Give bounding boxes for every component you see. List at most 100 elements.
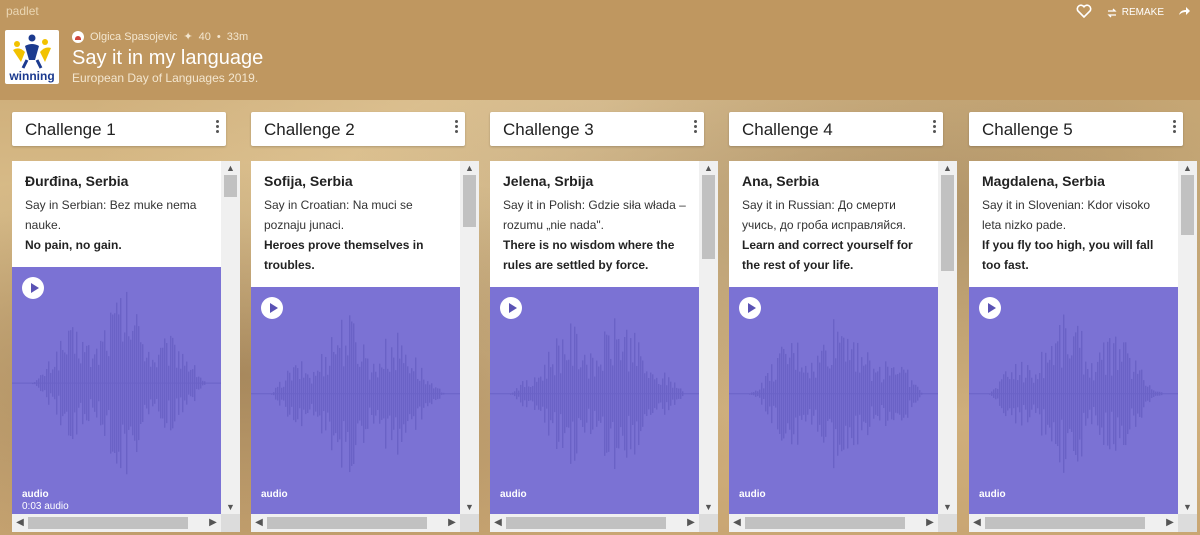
hscrollbar-thumb[interactable] [985, 517, 1145, 529]
waveform-bar [419, 380, 421, 407]
play-icon[interactable] [22, 277, 44, 299]
waveform-bar [439, 388, 441, 399]
horizontal-scrollbar[interactable]: ◀ ▶ [729, 514, 938, 532]
waveform-bar [58, 370, 60, 396]
audio-waveform [251, 315, 460, 473]
vertical-scrollbar[interactable]: ▲ ▼ [699, 161, 718, 514]
scrollbar-thumb[interactable] [224, 175, 237, 197]
scroll-down-icon[interactable]: ▼ [221, 500, 240, 514]
play-icon[interactable] [261, 297, 283, 319]
scroll-up-icon[interactable]: ▲ [938, 161, 957, 175]
play-icon[interactable] [739, 297, 761, 319]
hscrollbar-thumb[interactable] [745, 517, 905, 529]
play-icon[interactable] [500, 297, 522, 319]
scrollbar-thumb[interactable] [941, 175, 954, 271]
scroll-down-icon[interactable]: ▼ [699, 500, 718, 514]
scroll-right-icon[interactable]: ▶ [1162, 514, 1178, 532]
waveform-bar [379, 363, 381, 424]
waveform-bar [1001, 379, 1003, 409]
waveform-bar [863, 365, 865, 422]
scroll-right-icon[interactable]: ▶ [444, 514, 460, 532]
vertical-scrollbar[interactable]: ▲ ▼ [221, 161, 240, 514]
more-options-icon[interactable] [212, 118, 222, 136]
scroll-right-icon[interactable]: ▶ [205, 514, 221, 532]
scroll-left-icon[interactable]: ◀ [969, 514, 985, 532]
post-card[interactable]: Ana, Serbia Say it in Russian: До смерти… [729, 161, 938, 514]
waveform-bar [1079, 347, 1081, 440]
post-card[interactable]: Sofija, Serbia Say in Croatian: Na muci … [251, 161, 460, 514]
hscrollbar-thumb[interactable] [506, 517, 666, 529]
waveform-bar [1065, 328, 1067, 460]
padlet-brand[interactable]: padlet [6, 4, 39, 18]
audio-player[interactable]: audio [969, 287, 1178, 514]
scroll-left-icon[interactable]: ◀ [251, 514, 267, 532]
scrollbar-thumb[interactable] [702, 175, 715, 259]
waveform-bar [817, 355, 819, 432]
waveform-bar [94, 354, 96, 412]
horizontal-scrollbar[interactable]: ◀ ▶ [969, 514, 1178, 532]
scroll-up-icon[interactable]: ▲ [460, 161, 479, 175]
author-name[interactable]: Olgica Spasojevic [90, 31, 177, 43]
scroll-left-icon[interactable]: ◀ [729, 514, 745, 532]
horizontal-scrollbar[interactable]: ◀ ▶ [490, 514, 699, 532]
vertical-scrollbar[interactable]: ▲ ▼ [460, 161, 479, 514]
horizontal-scrollbar[interactable]: ◀ ▶ [251, 514, 460, 532]
waveform-bar [277, 386, 279, 401]
remake-button[interactable]: REMAKE [1106, 7, 1164, 18]
waveform-bar [1089, 377, 1091, 410]
waveform-bar [1131, 378, 1133, 409]
waveform-bar [775, 379, 777, 408]
heart-icon[interactable] [1076, 4, 1092, 21]
waveform-bar [357, 363, 359, 424]
scrollbar-corner [699, 514, 718, 532]
avatar[interactable] [72, 30, 84, 43]
post-card[interactable]: Đurđina, Serbia Say in Serbian: Bez muke… [12, 161, 221, 514]
share-icon[interactable] [1178, 6, 1190, 19]
scroll-right-icon[interactable]: ▶ [922, 514, 938, 532]
scroll-down-icon[interactable]: ▼ [1178, 500, 1197, 514]
scroll-right-icon[interactable]: ▶ [683, 514, 699, 532]
scroll-up-icon[interactable]: ▲ [221, 161, 240, 175]
hscrollbar-thumb[interactable] [267, 517, 427, 529]
waveform-bar [865, 364, 867, 423]
scroll-up-icon[interactable]: ▲ [1178, 161, 1197, 175]
post-card[interactable]: Magdalena, Serbia Say it in Slovenian: K… [969, 161, 1178, 514]
vertical-scrollbar[interactable]: ▲ ▼ [938, 161, 957, 514]
post-author: Đurđina, Serbia [25, 173, 129, 189]
hscrollbar-thumb[interactable] [28, 517, 188, 529]
waveform-bar [307, 374, 309, 413]
waveform-bar [1049, 359, 1051, 428]
scroll-left-icon[interactable]: ◀ [12, 514, 28, 532]
waveform-bar [116, 302, 118, 464]
play-icon[interactable] [979, 297, 1001, 319]
waveform-bar [1127, 353, 1129, 435]
scrollbar-thumb[interactable] [1181, 175, 1194, 235]
waveform-bar [311, 383, 313, 404]
waveform-bar [634, 332, 636, 455]
waveform-bar [664, 372, 666, 415]
more-options-icon[interactable] [929, 118, 939, 136]
waveform-bar [616, 339, 618, 448]
audio-player[interactable]: audio 0:03 audio [12, 267, 221, 514]
vertical-scrollbar[interactable]: ▲ ▼ [1178, 161, 1197, 514]
audio-player[interactable]: audio [251, 287, 460, 514]
post-card[interactable]: Jelena, Srbija Say it in Polish: Gdzie s… [490, 161, 699, 514]
waveform-bar [855, 371, 857, 416]
waveform-bar [526, 380, 528, 408]
waveform-bar [1013, 379, 1015, 409]
scroll-down-icon[interactable]: ▼ [938, 500, 957, 514]
waveform-bar [1113, 343, 1115, 445]
scroll-up-icon[interactable]: ▲ [699, 161, 718, 175]
horizontal-scrollbar[interactable]: ◀ ▶ [12, 514, 221, 532]
waveform-bar [921, 392, 923, 395]
audio-player[interactable]: audio [729, 287, 938, 514]
more-options-icon[interactable] [451, 118, 461, 136]
more-options-icon[interactable] [690, 118, 700, 136]
audio-player[interactable]: audio [490, 287, 699, 514]
scrollbar-thumb[interactable] [463, 175, 476, 227]
waveform-bar [582, 360, 584, 427]
more-options-icon[interactable] [1169, 118, 1179, 136]
waveform-bar [859, 372, 861, 415]
scroll-left-icon[interactable]: ◀ [490, 514, 506, 532]
scroll-down-icon[interactable]: ▼ [460, 500, 479, 514]
